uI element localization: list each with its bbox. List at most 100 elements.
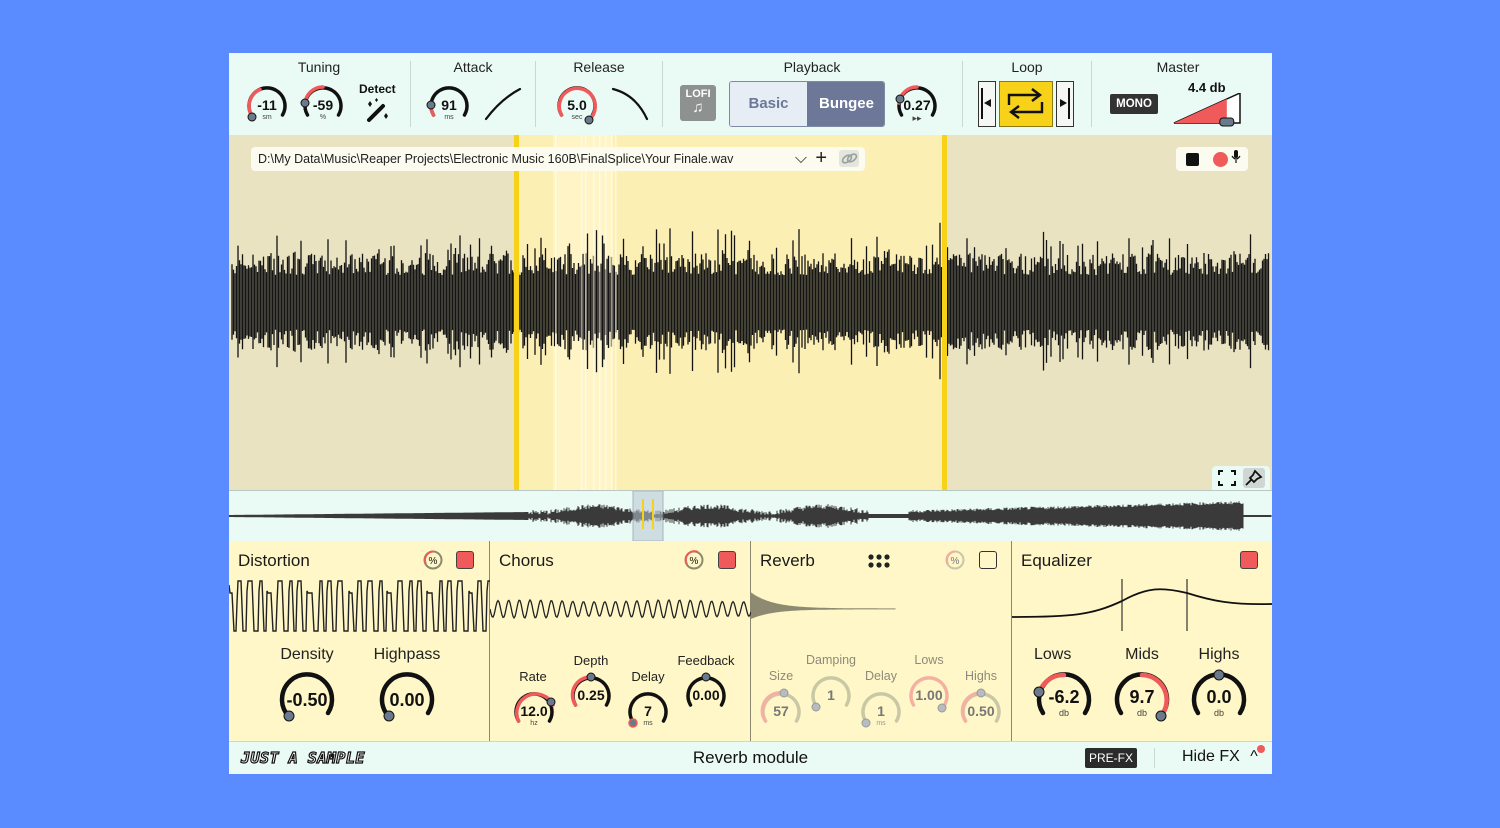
cents-value: -59 <box>312 97 334 113</box>
rate-knob[interactable]: 12.0 hz <box>510 687 558 735</box>
loop-start-button[interactable] <box>978 81 996 127</box>
reverb-delay-value: 1 <box>877 703 885 719</box>
mix-percent-icon[interactable]: % <box>683 549 705 571</box>
attack-value: 91 <box>441 97 457 113</box>
eq-lows-value: -6.2 <box>1048 687 1080 707</box>
loop-end-marker[interactable] <box>942 135 947 490</box>
reverb-lows-value: 1.00 <box>915 687 943 703</box>
reverb-highs-label: Highs <box>965 669 997 683</box>
mono-button[interactable]: MONO <box>1110 94 1158 114</box>
cents-unit: % <box>319 114 327 121</box>
feedback-knob[interactable]: 0.00 <box>682 671 730 719</box>
depth-knob[interactable]: 0.25 <box>567 671 615 719</box>
loop-toggle-button[interactable] <box>999 81 1053 127</box>
reverb-highs-knob[interactable]: 0.50 <box>957 687 1005 735</box>
distortion-enable-toggle[interactable] <box>456 551 474 569</box>
chorus-delay-knob[interactable]: 7 ms <box>624 687 672 735</box>
link-icon[interactable] <box>839 150 859 167</box>
detect-label: Detect <box>359 82 396 96</box>
pre-fx-button[interactable]: PRE-FX <box>1085 748 1137 768</box>
music-note-icon: ♫ <box>692 99 704 116</box>
overview-loop-start <box>642 499 644 529</box>
mode-basic-button[interactable]: Basic <box>730 82 807 126</box>
density-knob[interactable]: -0.50 <box>275 668 339 732</box>
playback-speed-knob[interactable]: 0.27 ▸▸ <box>893 81 941 129</box>
eq-mids-value: 9.7 <box>1129 687 1155 707</box>
record-icon[interactable] <box>1213 152 1228 167</box>
loop-start-marker[interactable] <box>514 135 519 490</box>
mode-bungee-button[interactable]: Bungee <box>807 82 884 126</box>
eq-lows-knob[interactable]: -6.2 db <box>1032 668 1096 732</box>
sample-player-app: Tuning -11 sm -59 % Detect Attack 91 ms … <box>229 53 1272 774</box>
size-label: Size <box>768 669 794 683</box>
file-path-bar[interactable]: D:\My Data\Music\Reaper Projects\Electro… <box>251 147 865 171</box>
loop-end-icon <box>1060 88 1070 119</box>
eq-highs-label: Highs <box>1198 646 1240 663</box>
size-knob[interactable]: 57 <box>757 687 805 735</box>
loop-arrows-icon <box>1007 88 1044 119</box>
attack-group: Attack 91 ms <box>411 53 535 135</box>
more-dots-icon[interactable] <box>867 553 893 569</box>
attack-title: Attack <box>453 59 493 75</box>
bottom-bar: JUST A SAMPLE Reverb module PRE-FX Hide … <box>229 741 1272 774</box>
size-value: 57 <box>773 703 789 719</box>
cents-knob[interactable]: -59 % <box>299 81 347 129</box>
eq-lows-unit: db <box>1058 708 1069 718</box>
speed-value: 0.27 <box>903 97 931 113</box>
waveform-canvas <box>231 135 1270 490</box>
add-file-icon[interactable]: + <box>815 146 827 170</box>
fast-forward-icon: ▸▸ <box>912 113 922 123</box>
eq-highs-unit: db <box>1213 708 1224 718</box>
release-value: 5.0 <box>567 97 587 113</box>
reverb-enable-toggle[interactable] <box>979 551 997 569</box>
pin-icon[interactable] <box>1243 468 1265 488</box>
reverb-highs-value: 0.50 <box>967 703 995 719</box>
reverb-panel: Reverb % Size Damping Delay Lows Highs 5… <box>751 541 1012 741</box>
playback-mode-toggle: Basic Bungee <box>729 81 885 127</box>
waveform-overview[interactable] <box>229 490 1272 543</box>
rate-value: 12.0 <box>520 703 548 719</box>
semitone-knob[interactable]: -11 sm <box>243 81 291 129</box>
highpass-label: Highpass <box>373 646 441 663</box>
fullscreen-icon[interactable] <box>1217 469 1237 487</box>
rate-label: Rate <box>519 669 547 684</box>
master-gain-slider[interactable] <box>1172 91 1242 127</box>
playback-title: Playback <box>783 59 841 75</box>
hide-fx-button[interactable]: Hide FX ^ <box>1182 748 1258 766</box>
release-knob[interactable]: 5.0 sec <box>553 81 601 129</box>
overview-waveform <box>229 501 1272 531</box>
stop-icon[interactable] <box>1186 153 1199 166</box>
equalizer-enable-toggle[interactable] <box>1240 551 1258 569</box>
master-title: Master <box>1156 59 1200 75</box>
equalizer-panel: Equalizer Lows Mids Highs -6.2 db 9.7 db… <box>1012 541 1272 741</box>
eq-highs-knob[interactable]: 0.0 db <box>1187 668 1251 732</box>
fx-rack: Distortion % Density Highpass -0.50 0.00… <box>229 541 1272 741</box>
svg-text:%: % <box>690 556 699 567</box>
chorus-enable-toggle[interactable] <box>718 551 736 569</box>
reverb-delay-label: Delay <box>865 669 897 683</box>
lofi-button[interactable]: LOFI ♫ <box>680 85 716 121</box>
damping-knob[interactable]: 1 <box>807 671 855 719</box>
mix-percent-icon[interactable]: % <box>944 549 966 571</box>
density-value: -0.50 <box>286 690 328 710</box>
eq-mids-knob[interactable]: 9.7 db <box>1110 668 1174 732</box>
semitone-value: -11 <box>257 97 277 113</box>
detect-magic-wand-icon[interactable] <box>364 98 390 124</box>
waveform-view[interactable]: D:\My Data\Music\Reaper Projects\Electro… <box>229 135 1272 490</box>
reverb-lows-knob[interactable]: 1.00 <box>905 671 953 719</box>
chorus-delay-value: 7 <box>644 703 652 719</box>
chorus-delay-label: Delay <box>631 669 665 684</box>
attack-knob[interactable]: 91 ms <box>425 81 473 129</box>
microphone-icon[interactable] <box>1231 150 1241 164</box>
overview-viewport[interactable] <box>632 490 664 542</box>
reverb-impulse-graph <box>751 592 896 619</box>
loop-title: Loop <box>1011 59 1043 75</box>
reverb-delay-knob[interactable]: 1 ms <box>857 687 905 735</box>
release-group: Release 5.0 sec <box>536 53 662 135</box>
distortion-title: Distortion <box>238 551 310 570</box>
highpass-knob[interactable]: 0.00 <box>375 668 439 732</box>
mix-percent-icon[interactable]: % <box>422 549 444 571</box>
depth-value: 0.25 <box>577 687 605 703</box>
chevron-down-icon[interactable]: ⌵ <box>795 147 807 171</box>
loop-end-button[interactable] <box>1056 81 1074 127</box>
